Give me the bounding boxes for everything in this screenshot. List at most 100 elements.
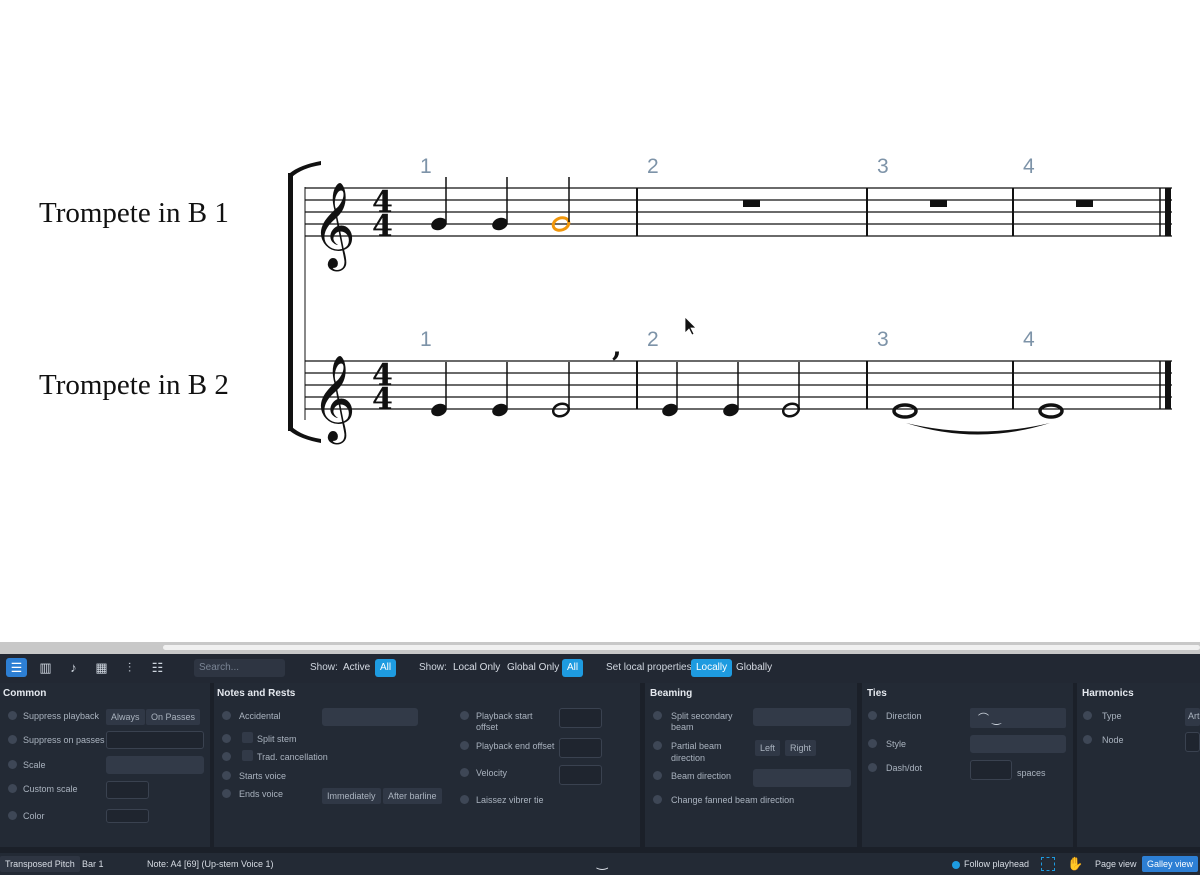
- property-toggle[interactable]: [8, 811, 17, 820]
- bar-number: 1: [420, 155, 432, 178]
- filter-icon[interactable]: ☷: [147, 658, 168, 677]
- property-toggle[interactable]: [8, 711, 17, 720]
- panel-collapse-icon[interactable]: ‿: [597, 855, 607, 871]
- local-only-button[interactable]: Local Only: [448, 659, 505, 677]
- property-toggle[interactable]: [1083, 711, 1092, 720]
- note-info: Note: A4 [69] (Up-stem Voice 1): [147, 859, 274, 869]
- mouse-cursor-icon: [684, 316, 697, 336]
- property-toggle[interactable]: [868, 711, 877, 720]
- show-all-button[interactable]: All: [375, 659, 397, 677]
- property-toggle[interactable]: [222, 734, 231, 743]
- prop-label: Color: [23, 811, 45, 821]
- show-label: Show:: [419, 662, 447, 673]
- property-toggle[interactable]: [653, 741, 662, 750]
- scale-field[interactable]: [106, 756, 204, 774]
- suppress-passes-field[interactable]: [106, 731, 204, 749]
- property-toggle[interactable]: [222, 752, 231, 761]
- velocity-field[interactable]: [559, 765, 602, 785]
- svg-text:4: 4: [372, 382, 393, 417]
- color-swatch[interactable]: [106, 809, 149, 823]
- immediately-button[interactable]: Immediately: [322, 788, 381, 804]
- tie-style-field[interactable]: [970, 735, 1066, 753]
- on-passes-button[interactable]: On Passes: [146, 709, 201, 725]
- property-toggle[interactable]: [8, 784, 17, 793]
- property-toggle[interactable]: [653, 711, 662, 720]
- search-input[interactable]: Search...: [194, 659, 285, 677]
- prop-label: Trad. cancellation: [257, 752, 328, 762]
- property-toggle[interactable]: [460, 711, 469, 720]
- property-toggle[interactable]: [460, 741, 469, 750]
- page-view-button[interactable]: Page view: [1090, 856, 1142, 872]
- follow-playhead-toggle[interactable]: [952, 861, 960, 869]
- prop-label: Partial beam: [671, 741, 722, 751]
- beam-direction-field[interactable]: [753, 769, 851, 787]
- list-icon[interactable]: ☰: [6, 658, 27, 677]
- bar-number: 4: [1023, 328, 1035, 351]
- hand-tool-icon[interactable]: ✋: [1067, 856, 1083, 872]
- left-button[interactable]: Left: [755, 740, 781, 756]
- guitar-icon[interactable]: ♪: [63, 658, 84, 677]
- tie-direction-control[interactable]: ⌒ ‿: [970, 708, 1066, 728]
- whole-rest: [930, 200, 947, 207]
- group-title: Common: [3, 688, 47, 699]
- music-staves[interactable]: 𝄞 𝄞 4 4 4 4 ,: [0, 0, 1200, 642]
- right-button[interactable]: Right: [785, 740, 817, 756]
- bar-number: 1: [420, 328, 432, 351]
- transposed-pitch-button[interactable]: Transposed Pitch: [0, 856, 80, 872]
- prop-label: Suppress on passes: [23, 735, 105, 745]
- note: [431, 177, 447, 231]
- property-toggle[interactable]: [222, 789, 231, 798]
- property-toggle[interactable]: [868, 763, 877, 772]
- node-field[interactable]: [1185, 732, 1200, 752]
- property-toggle[interactable]: [1083, 735, 1092, 744]
- property-toggle[interactable]: [8, 760, 17, 769]
- galley-view-button[interactable]: Galley view: [1142, 856, 1199, 872]
- playback-start-offset-field[interactable]: [559, 708, 602, 728]
- group-beaming: Beaming Split secondary beam Partial bea…: [645, 683, 857, 847]
- group-ties: Ties Direction ⌒ ‿ Style Dash/dot spaces: [862, 683, 1073, 847]
- follow-playhead-label: Follow playhead: [964, 859, 1030, 869]
- piano-icon[interactable]: ▥: [35, 658, 56, 677]
- whole-rest: [1076, 200, 1093, 207]
- group-notes-and-rests: Notes and Rests Accidental Split stem Tr…: [214, 683, 640, 847]
- treble-clef-icon: 𝄞: [312, 182, 356, 272]
- property-toggle[interactable]: [222, 711, 231, 720]
- property-toggle[interactable]: [460, 768, 469, 777]
- global-only-button[interactable]: Global Only: [502, 659, 564, 677]
- tie: [906, 423, 1050, 435]
- prop-label: beam: [671, 722, 694, 732]
- prop-label: Style: [886, 739, 907, 749]
- playback-end-offset-field[interactable]: [559, 738, 602, 758]
- accidental-field[interactable]: [322, 708, 418, 726]
- property-toggle[interactable]: [460, 795, 469, 804]
- staff-name-1: Trompete in B 1: [39, 197, 229, 229]
- always-button[interactable]: Always: [106, 709, 145, 725]
- dash-dot-field[interactable]: [970, 760, 1012, 780]
- grid-icon[interactable]: ▦: [91, 658, 112, 677]
- selection-tool-icon[interactable]: [1041, 857, 1055, 871]
- custom-scale-field[interactable]: [106, 781, 149, 799]
- score-view[interactable]: 𝄞 𝄞 4 4 4 4 , Trompete in B 1 Trompete i…: [0, 0, 1200, 642]
- show-active-button[interactable]: Active: [338, 659, 375, 677]
- property-toggle[interactable]: [653, 795, 662, 804]
- trad-cancellation-checkbox[interactable]: [242, 750, 253, 761]
- treble-clef-icon: 𝄞: [312, 355, 356, 445]
- split-secondary-field[interactable]: [753, 708, 851, 726]
- show-all-button-2[interactable]: All: [562, 659, 584, 677]
- property-toggle[interactable]: [222, 771, 231, 780]
- property-toggle[interactable]: [653, 771, 662, 780]
- prop-label: offset: [476, 722, 498, 732]
- property-toggle[interactable]: [868, 739, 877, 748]
- prop-label: Starts voice: [239, 771, 287, 781]
- scrollbar-thumb[interactable]: [163, 645, 1200, 650]
- split-stem-checkbox[interactable]: [242, 732, 253, 743]
- locally-button[interactable]: Locally: [691, 659, 733, 677]
- horizontal-scrollbar[interactable]: [0, 642, 1200, 654]
- set-local-properties-label: Set local properties:: [606, 662, 695, 673]
- mixer-icon[interactable]: ⫶: [119, 658, 140, 677]
- harmonic-type-field[interactable]: Art: [1185, 708, 1200, 726]
- globally-button[interactable]: Globally: [731, 659, 777, 677]
- bar-number: 2: [647, 328, 659, 351]
- property-toggle[interactable]: [8, 735, 17, 744]
- after-barline-button[interactable]: After barline: [383, 788, 442, 804]
